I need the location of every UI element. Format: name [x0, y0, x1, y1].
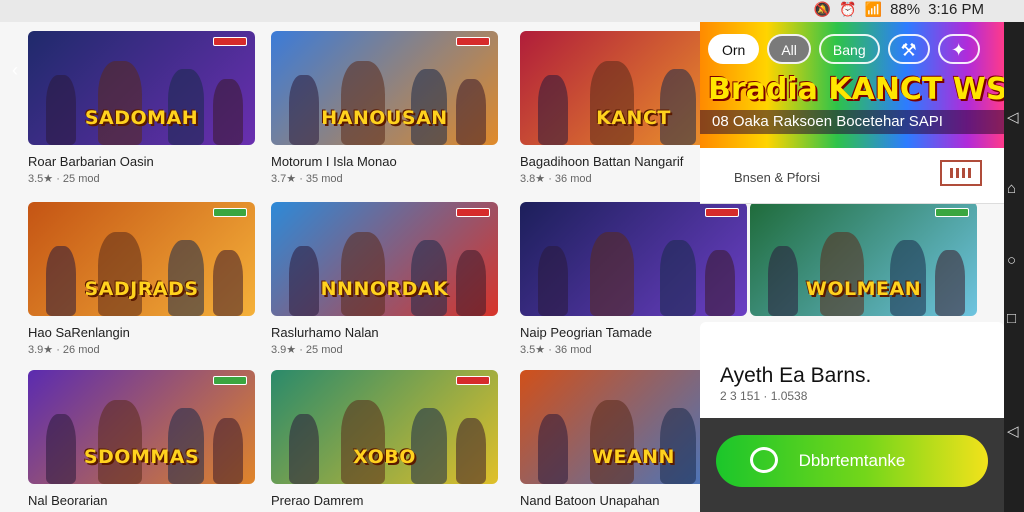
character-art	[590, 61, 634, 145]
install-button[interactable]: Dbbrtemtanke	[716, 435, 988, 487]
home-icon[interactable]: ⌂	[1007, 180, 1016, 197]
game-title: Nal Beorarian	[28, 493, 108, 508]
chip-bang[interactable]: Bang	[818, 34, 880, 64]
thumbnail-title: NNNORDAK	[320, 278, 449, 300]
game-meta: 3.9★ · 26 mod	[28, 344, 100, 356]
game-thumbnail[interactable]: HANOUSAN	[271, 31, 498, 145]
thumbnail-title: XOBO	[353, 446, 416, 468]
wifi-icon: 📶	[864, 1, 883, 17]
install-label: Dbbrtemtanke	[798, 451, 906, 470]
character-art	[98, 61, 142, 145]
game-title: Motorum I Isla Monao	[271, 154, 397, 169]
game-card[interactable]: SADOMAH Roar Barbarian Oasin 3.5★ · 25 mod	[28, 31, 255, 185]
game-title: Hao SaRenlangin	[28, 325, 130, 340]
section-header: Bnsen & Pforsi	[700, 148, 1004, 204]
character-art	[341, 61, 385, 145]
rating-badge	[213, 37, 247, 46]
game-title: Raslurhamo Nalan	[271, 325, 379, 340]
barcode-icon[interactable]	[940, 160, 982, 186]
game-info-card: Ayeth Ea Barns. 2 3 151 · 1.0538	[700, 322, 1004, 418]
chip-all[interactable]: All	[767, 34, 811, 64]
back-small-icon[interactable]: ◁	[1007, 422, 1019, 440]
alarm-icon: ⏰	[839, 1, 857, 17]
tools-icon[interactable]: ⚒	[887, 34, 930, 64]
thumbnail-title: SDOMMAS	[83, 446, 200, 468]
game-thumbnail[interactable]: SADOMAH	[28, 31, 255, 145]
character-art	[660, 240, 696, 316]
game-card[interactable]: XOBO Prerao Damrem	[271, 370, 498, 511]
thumbnail-title: SADJRADS	[84, 278, 199, 300]
game-thumbnail[interactable]: XOBO	[271, 370, 498, 484]
clock: 3:16 PM	[928, 1, 984, 18]
character-art	[590, 232, 634, 316]
game-card[interactable]: NNNORDAK Raslurhamo Nalan 3.9★ · 25 mod	[271, 202, 498, 356]
character-art	[98, 400, 142, 484]
section-label: Bnsen & Pforsi	[734, 170, 820, 185]
character-art	[341, 232, 385, 316]
status-bar: 🔕 ⏰ 📶 88% 3:16 PM	[0, 0, 1024, 22]
thumbnail-title: HANOUSAN	[321, 107, 448, 129]
character-art	[98, 232, 142, 316]
game-card[interactable]: SADJRADS Hao SaRenlangin 3.9★ · 26 mod	[28, 202, 255, 356]
home-circle-icon[interactable]: ○	[1007, 252, 1016, 269]
game-title: Prerao Damrem	[271, 493, 364, 508]
rating-badge	[456, 37, 490, 46]
game-thumbnail[interactable]: SADJRADS	[28, 202, 255, 316]
character-art	[590, 400, 634, 484]
rating-badge	[213, 208, 247, 217]
game-thumbnail[interactable]: NNNORDAK	[271, 202, 498, 316]
rating-badge	[456, 208, 490, 217]
thumbnail-title: SADOMAH	[84, 107, 199, 129]
game-card[interactable]: SDOMMAS Nal Beorarian	[28, 370, 255, 511]
rating-badge	[456, 376, 490, 385]
chip-orn[interactable]: Orn	[708, 34, 760, 64]
side-panel: Orn All Bang ⚒ ✦ Bradia KANCT WSN CRAMY!…	[700, 22, 1004, 512]
mute-icon: 🔕	[813, 1, 832, 17]
recents-icon[interactable]: □	[1007, 310, 1016, 327]
back-icon[interactable]: ◁	[1007, 108, 1019, 126]
filter-chips: Orn All Bang ⚒ ✦	[708, 34, 980, 64]
system-nav-bar: ◁ ⌂ ○ □ ◁	[1004, 22, 1024, 512]
battery-level: 88%	[890, 1, 921, 18]
banner-subtitle: 08 Oaka Raksoen Bocetehar SAPI	[700, 110, 1004, 134]
banner-title: Bradia KANCT WSN CRAMY!	[708, 72, 1004, 107]
game-meta: 3.5★ · 25 mod	[28, 173, 100, 185]
character-art	[341, 400, 385, 484]
game-info-title: Ayeth Ea Barns.	[720, 364, 872, 387]
install-bar: Dbbrtemtanke	[700, 418, 1004, 512]
game-title: Roar Barbarian Oasin	[28, 154, 154, 169]
game-card[interactable]: HANOUSAN Motorum I Isla Monao 3.7★ · 35 mo…	[271, 31, 498, 185]
game-meta: 3.7★ · 35 mod	[271, 173, 343, 185]
game-info-meta: 2 3 151 · 1.0538	[720, 389, 808, 403]
promo-banner[interactable]: Orn All Bang ⚒ ✦ Bradia KANCT WSN CRAMY!…	[700, 22, 1004, 148]
game-thumbnail[interactable]: SDOMMAS	[28, 370, 255, 484]
character-art	[538, 246, 568, 316]
gamepad-icon[interactable]: ✦	[937, 34, 980, 64]
chevron-left-icon[interactable]: ‹	[12, 60, 18, 81]
rating-badge	[213, 376, 247, 385]
game-meta: 3.9★ · 25 mod	[271, 344, 343, 356]
chat-bubble-icon	[750, 447, 778, 473]
